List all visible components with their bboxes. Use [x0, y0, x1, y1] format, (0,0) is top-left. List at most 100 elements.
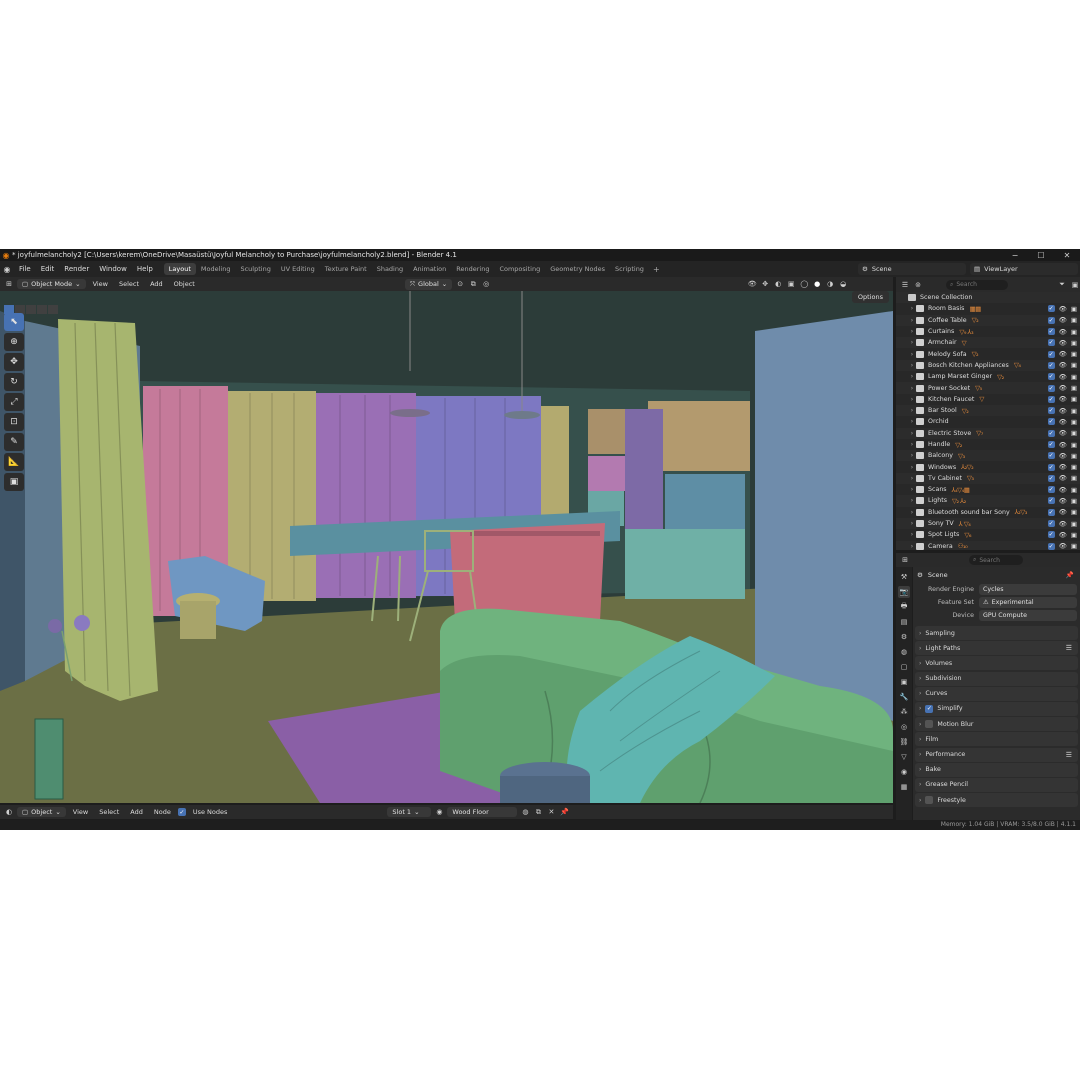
eye-icon[interactable]: 👁: [1059, 339, 1067, 347]
eye-icon[interactable]: 👁: [1059, 531, 1067, 539]
gizmo-icon[interactable]: ✥: [760, 279, 770, 289]
panel-expand-icon[interactable]: ›: [919, 630, 921, 637]
tab-geometry-nodes[interactable]: Geometry Nodes: [545, 263, 610, 275]
xray-icon[interactable]: ▣: [786, 279, 796, 289]
camera-icon[interactable]: ▣: [1071, 305, 1077, 313]
expand-arrow-icon[interactable]: ›: [908, 509, 916, 516]
scene-tab-icon[interactable]: ⚙: [898, 631, 910, 643]
camera-icon[interactable]: ▣: [1071, 418, 1077, 426]
filter-icon[interactable]: ⏷: [1057, 280, 1067, 290]
exclude-checkbox[interactable]: ✓: [1047, 316, 1055, 324]
duplicate-material-icon[interactable]: ⧉: [533, 807, 543, 817]
pivot-icon[interactable]: ⊙: [455, 279, 465, 289]
outliner-item[interactable]: › Handle ▽₂ ✓ 👁 ▣: [896, 439, 1080, 450]
expand-arrow-icon[interactable]: ›: [908, 328, 916, 335]
camera-icon[interactable]: ▣: [1071, 339, 1077, 347]
panel-subdivision[interactable]: › Subdivision: [915, 671, 1078, 686]
eye-icon[interactable]: 👁: [1059, 407, 1067, 415]
eye-icon[interactable]: 👁: [1059, 452, 1067, 460]
eye-icon[interactable]: 👁: [1059, 474, 1067, 482]
exclude-checkbox[interactable]: ✓: [1047, 429, 1055, 437]
outliner-item[interactable]: › Room Basis ▦▦ ✓ 👁 ▣: [896, 303, 1080, 314]
tab-scripting[interactable]: Scripting: [610, 263, 649, 275]
panel-sampling[interactable]: › Sampling: [915, 626, 1078, 640]
proportional-edit-icon[interactable]: ◎: [481, 279, 491, 289]
expand-arrow-icon[interactable]: ›: [908, 475, 916, 482]
cursor-tool-icon[interactable]: ⊕: [4, 333, 24, 351]
camera-icon[interactable]: ▣: [1071, 429, 1077, 437]
panel-expand-icon[interactable]: ›: [919, 736, 921, 743]
outliner-item[interactable]: › Bosch Kitchen Appliances ▽₄ ✓ 👁 ▣: [896, 359, 1080, 372]
expand-arrow-icon[interactable]: ›: [908, 452, 916, 459]
exclude-checkbox[interactable]: ✓: [1047, 350, 1055, 358]
eye-icon[interactable]: 👁: [1059, 429, 1067, 437]
camera-icon[interactable]: ▣: [1071, 316, 1077, 324]
camera-icon[interactable]: ▣: [1071, 350, 1077, 358]
eye-icon[interactable]: 👁: [1059, 384, 1067, 392]
eye-icon[interactable]: 👁: [1059, 486, 1067, 494]
exclude-checkbox[interactable]: ✓: [1047, 373, 1055, 381]
shading-wireframe-icon[interactable]: ◯: [799, 279, 809, 289]
add-workspace-icon[interactable]: +: [649, 265, 664, 274]
expand-arrow-icon[interactable]: ›: [908, 543, 916, 550]
expand-arrow-icon[interactable]: ›: [908, 497, 916, 504]
panel-light-paths[interactable]: › Light Paths ☰: [915, 641, 1078, 656]
camera-icon[interactable]: ▣: [1071, 452, 1077, 460]
expand-arrow-icon[interactable]: ›: [908, 385, 916, 392]
shader-editor-type-icon[interactable]: ◐: [4, 807, 14, 817]
outliner-item[interactable]: › Power Socket ▽₅ ✓ 👁 ▣: [896, 382, 1080, 394]
exclude-checkbox[interactable]: ✓: [1047, 305, 1055, 313]
eye-icon[interactable]: 👁: [1059, 441, 1067, 449]
menu-window[interactable]: Window: [94, 265, 132, 273]
expand-arrow-icon[interactable]: ›: [908, 430, 916, 437]
exclude-checkbox[interactable]: ✓: [1047, 452, 1055, 460]
exclude-checkbox[interactable]: ✓: [1047, 339, 1055, 347]
shading-rendered-icon[interactable]: ◒: [838, 279, 848, 289]
shading-solid-icon[interactable]: ●: [812, 279, 822, 289]
unlink-material-icon[interactable]: ✕: [546, 807, 556, 817]
panel-performance[interactable]: › Performance ☰: [915, 747, 1078, 762]
exclude-checkbox[interactable]: ✓: [1047, 474, 1055, 482]
tab-modeling[interactable]: Modeling: [196, 263, 236, 275]
pin-context-icon[interactable]: 📌: [1066, 571, 1074, 579]
tab-shading[interactable]: Shading: [372, 263, 408, 275]
expand-arrow-icon[interactable]: ›: [908, 362, 916, 369]
outliner-item[interactable]: › Windows ⅄₂▽₂ ✓ 👁 ▣: [896, 461, 1080, 472]
select-box-tool-icon[interactable]: ⬉: [4, 313, 24, 331]
scale-tool-icon[interactable]: ⤢: [4, 393, 24, 411]
eye-icon[interactable]: 👁: [1059, 542, 1067, 550]
node-menu-node[interactable]: Node: [150, 808, 175, 816]
exclude-checkbox[interactable]: ✓: [1047, 463, 1055, 471]
feature-set-dropdown[interactable]: ⚠ Experimental: [979, 597, 1077, 608]
display-mode-icon[interactable]: ⊚: [913, 280, 923, 290]
collection-tab-icon[interactable]: ▢: [898, 661, 910, 673]
outliner-item[interactable]: › Electric Stove ▽₇ ✓ 👁 ▣: [896, 427, 1080, 439]
outliner-item[interactable]: › Spot Ligts ▽₆ ✓ 👁 ▣: [896, 529, 1080, 540]
overlay-icon[interactable]: ◐: [773, 279, 783, 289]
outliner-item[interactable]: › Bar Stool ▽₂ ✓ 👁 ▣: [896, 404, 1080, 417]
modifier-tab-icon[interactable]: 🔧: [898, 691, 910, 703]
data-tab-icon[interactable]: ▽: [898, 751, 910, 763]
render-engine-dropdown[interactable]: Cycles: [979, 584, 1077, 595]
select-intersect-icon[interactable]: [48, 305, 58, 314]
tab-rendering[interactable]: Rendering: [451, 263, 494, 275]
panel-expand-icon[interactable]: ›: [919, 645, 921, 652]
output-tab-icon[interactable]: 🖶: [898, 601, 910, 613]
panel-expand-icon[interactable]: ›: [919, 690, 921, 697]
eye-icon[interactable]: 👁: [1059, 361, 1067, 369]
add-cube-tool-icon[interactable]: ▣: [4, 473, 24, 491]
camera-icon[interactable]: ▣: [1071, 520, 1077, 528]
3d-viewport[interactable]: Options ⬉ ⊕ ✥ ↻ ⤢ ⊡ ✎ 📐 ▣: [0, 291, 893, 803]
measure-tool-icon[interactable]: 📐: [4, 453, 24, 471]
camera-icon[interactable]: ▣: [1071, 531, 1077, 539]
exclude-checkbox[interactable]: ✓: [1047, 497, 1055, 505]
expand-arrow-icon[interactable]: ›: [908, 351, 916, 358]
properties-editor-icon[interactable]: ⊞: [900, 555, 910, 565]
minimize-button[interactable]: −: [1002, 251, 1028, 260]
outliner-item[interactable]: › Lights ▽₂ ⅄₂ ✓ 👁 ▣: [896, 495, 1080, 507]
particles-tab-icon[interactable]: ⁂: [898, 706, 910, 718]
camera-icon[interactable]: ▣: [1071, 361, 1077, 369]
eye-icon[interactable]: 👁: [1059, 328, 1067, 336]
eye-icon[interactable]: 👁: [1059, 373, 1067, 381]
outliner-search-input[interactable]: ⌕ Search: [946, 279, 1008, 290]
